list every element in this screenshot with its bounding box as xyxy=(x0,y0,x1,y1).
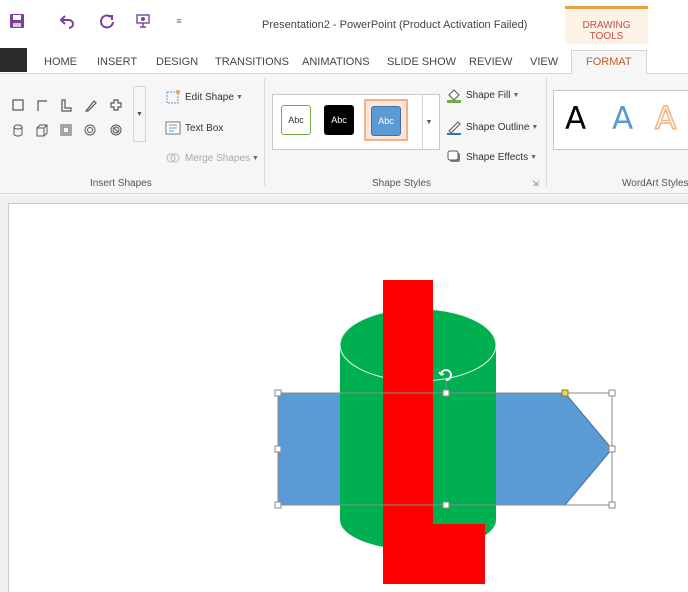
resize-handle-bottom-right[interactable] xyxy=(608,501,616,509)
slide-shapes xyxy=(274,280,616,584)
resize-handle-left[interactable] xyxy=(274,445,282,453)
resize-handle-right[interactable] xyxy=(608,445,616,453)
resize-handle-top-right[interactable] xyxy=(608,389,616,397)
resize-handle-bottom-left[interactable] xyxy=(274,501,282,509)
resize-handle-top-left[interactable] xyxy=(274,389,282,397)
adjustment-handle[interactable] xyxy=(561,389,569,397)
resize-handle-bottom[interactable] xyxy=(442,501,450,509)
resize-handle-top[interactable] xyxy=(442,389,450,397)
